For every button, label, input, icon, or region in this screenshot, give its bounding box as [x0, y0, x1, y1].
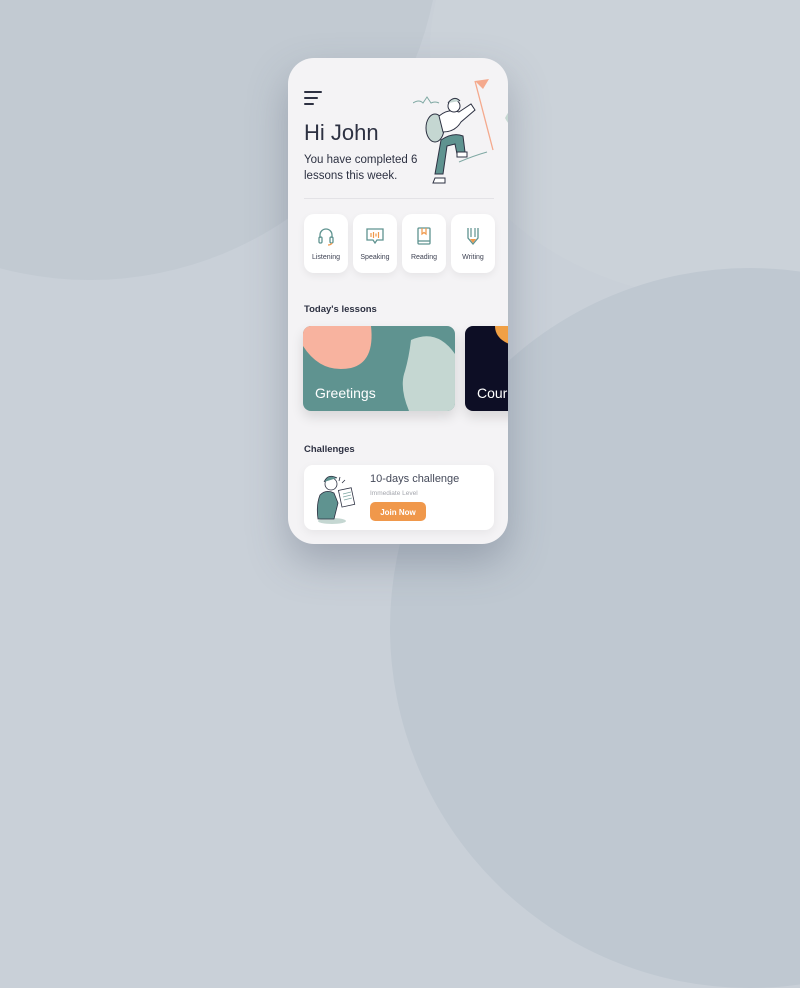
student-illustration	[316, 475, 356, 524]
challenge-card[interactable]: 10-days challenge Immediate Level Join N…	[304, 465, 494, 530]
category-speaking[interactable]: Speaking	[353, 214, 397, 273]
headphones-icon	[318, 228, 334, 246]
category-label: Writing	[462, 254, 484, 261]
pencil-icon	[467, 228, 479, 246]
category-writing[interactable]: Writing	[451, 214, 495, 273]
category-label: Speaking	[360, 254, 390, 261]
menu-line	[304, 91, 322, 93]
lesson-carousel[interactable]: Greetings Cour	[303, 326, 508, 411]
category-label: Reading	[410, 254, 438, 261]
hiker-illustration	[413, 79, 508, 184]
lesson-title: Greetings	[315, 385, 376, 401]
weekly-progress-text: You have completed 6 lessons this week.	[304, 154, 418, 182]
greeting-title: Hi John	[304, 120, 379, 145]
challenge-title: 10-days challenge	[370, 473, 460, 485]
speech-bubble-icon	[366, 228, 384, 245]
hamburger-menu-button[interactable]	[304, 91, 322, 105]
divider	[304, 198, 494, 199]
todays-lessons-heading: Today's lessons	[304, 304, 377, 315]
category-list: Listening Speaking Reading Writing	[304, 214, 495, 273]
book-icon	[417, 227, 431, 245]
challenges-heading: Challenges	[304, 444, 355, 455]
lesson-title: Cour	[477, 385, 508, 401]
lesson-card-partial[interactable]: Cour	[465, 326, 508, 411]
lesson-card-greetings[interactable]: Greetings	[303, 326, 455, 411]
join-now-button[interactable]: Join Now	[370, 502, 426, 521]
category-reading[interactable]: Reading	[402, 214, 446, 273]
menu-line	[304, 103, 314, 105]
challenge-level: Immediate Level	[370, 490, 418, 497]
phone-screen: Hi John You have completed 6 lessons thi…	[288, 58, 508, 544]
category-label: Listening	[311, 254, 341, 261]
category-listening[interactable]: Listening	[304, 214, 348, 273]
menu-line	[304, 97, 318, 99]
